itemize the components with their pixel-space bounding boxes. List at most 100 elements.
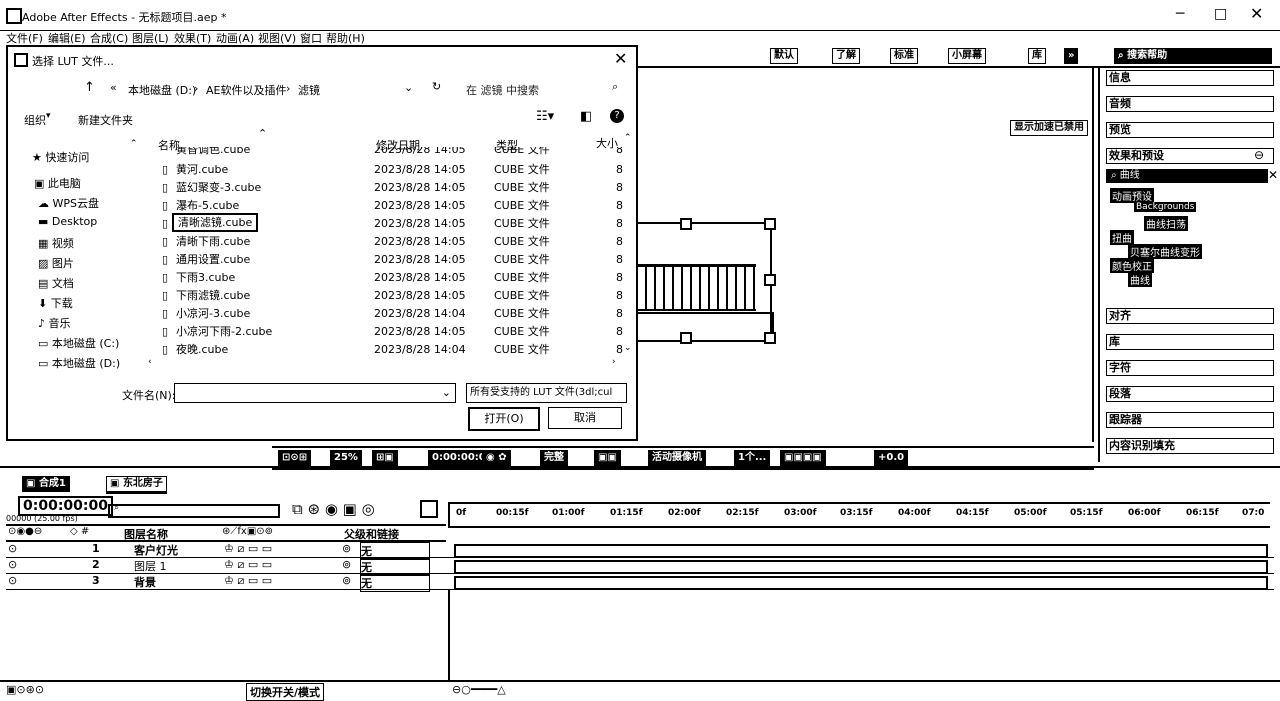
up-arrow-icon[interactable]: ↑ [84, 80, 95, 95]
open-button[interactable]: 打开(O) [468, 407, 540, 431]
panel-character[interactable]: 字符 [1106, 360, 1274, 376]
menu-help[interactable]: 帮助(H) [326, 30, 365, 46]
parent-select[interactable]: 无 [360, 574, 430, 592]
workspace-learn[interactable]: 了解 [832, 48, 860, 64]
file-row[interactable]: ▯ 小凉河-3.cube 2023/8/28 14:04 CUBE 文件 8 [158, 305, 628, 322]
layer-row[interactable]: ⊙ 3 背景 ♔ ⧄ ▭ ▭ ⊚ 无 [6, 574, 1274, 592]
composition-viewer[interactable]: 显示加速已禁用 [636, 68, 1094, 442]
organize-dropdown-icon[interactable]: ▾ [46, 111, 51, 121]
panel-content-aware-fill[interactable]: 内容识别填充 [1106, 438, 1274, 454]
layer-name-header[interactable]: 图层名称 [124, 526, 168, 542]
workspace-standard[interactable]: 标准 [890, 48, 918, 64]
panel-preview[interactable]: 预览 [1106, 122, 1274, 138]
file-row[interactable]: ▯ 黄河.cube 2023/8/28 14:05 CUBE 文件 8 [158, 161, 628, 178]
workspace-overflow-icon[interactable]: » [1064, 48, 1079, 64]
search-icon[interactable]: ⌕ [612, 80, 618, 94]
views-select[interactable]: 1个... [734, 450, 771, 466]
layer-row[interactable]: ⊙ 2 图层 1 ♔ ⧄ ▭ ▭ ⊚ 无 [6, 558, 1274, 576]
panel-paragraph[interactable]: 段落 [1106, 386, 1274, 402]
folder-search-field[interactable]: 在 滤镜 中搜索 [466, 82, 539, 98]
grid-icon[interactable]: ⊞▣ [372, 450, 398, 466]
visibility-icon[interactable]: ⊙ [8, 574, 17, 587]
list-scroll-up-icon[interactable]: ⌃ [624, 133, 632, 143]
tree-item-curves[interactable]: 曲线 [1128, 272, 1152, 287]
layer-duration-bar[interactable] [454, 560, 1268, 574]
graph-editor-icon[interactable] [420, 500, 438, 518]
camera-select[interactable]: 活动摄像机 [648, 450, 706, 466]
file-type-filter[interactable]: 所有受支持的 LUT 文件(3dl;cul [466, 383, 627, 403]
menu-composition[interactable]: 合成(C) [90, 30, 128, 46]
parent-link-icon[interactable]: ⊚ [342, 558, 351, 571]
panel-tracker[interactable]: 跟踪器 [1106, 412, 1274, 428]
viewer-tools-icon[interactable]: ▣▣▣▣ [780, 450, 826, 466]
panel-info[interactable]: 信息 [1106, 70, 1274, 86]
panel-library[interactable]: 库 [1106, 334, 1274, 350]
layer-switch-icons[interactable]: ♔ ⧄ ▭ ▭ [224, 542, 272, 556]
search-help-field[interactable]: ⌕ 搜索帮助 [1114, 48, 1272, 64]
tree-folder-backgrounds[interactable]: Backgrounds [1134, 202, 1197, 212]
layer-duration-bar[interactable] [454, 576, 1268, 590]
transform-handle[interactable] [764, 274, 776, 286]
view-options-icon[interactable]: ☷▾ [536, 109, 554, 124]
tree-group-distort[interactable]: 扭曲 [1110, 230, 1134, 245]
transform-handle[interactable] [764, 218, 776, 230]
footer-icons[interactable]: ▣⊙⊛⊙ [6, 683, 44, 696]
organize-menu[interactable]: 组织 [24, 112, 46, 128]
panel-align[interactable]: 对齐 [1106, 308, 1274, 324]
toggle-switches-modes[interactable]: 切换开关/模式 [246, 683, 325, 701]
parent-link-icon[interactable]: ⊚ [342, 542, 351, 555]
minimize-icon[interactable]: ─ [1176, 6, 1184, 22]
parent-header[interactable]: 父级和链接 [344, 526, 399, 542]
transform-handle[interactable] [680, 218, 692, 230]
cancel-button[interactable]: 取消 [548, 407, 622, 429]
region-icon[interactable]: ▣▣ [594, 450, 621, 466]
tree-group-color-correction[interactable]: 颜色校正 [1110, 258, 1154, 273]
hscroll-left-icon[interactable]: ‹ [148, 357, 152, 367]
chevron-down-icon[interactable]: ⌄ [442, 386, 451, 399]
menu-layer[interactable]: 图层(L) [132, 30, 169, 46]
maximize-icon[interactable]: □ [1214, 6, 1227, 22]
layer-search-input[interactable]: ⌕ [108, 503, 280, 518]
menu-view[interactable]: 视图(V) [258, 30, 296, 46]
new-folder-button[interactable]: 新建文件夹 [78, 112, 133, 128]
snapshot-icon[interactable]: ◉ ✿ [482, 450, 511, 466]
menu-effect[interactable]: 效果(T) [174, 30, 211, 46]
parent-link-icon[interactable]: ⊚ [342, 574, 351, 587]
filename-input[interactable]: ⌄ [174, 383, 456, 403]
panel-effects-presets[interactable]: 效果和预设 [1106, 148, 1274, 164]
tree-group-presets[interactable]: 动画预设 [1110, 188, 1154, 203]
layer-switch-icons[interactable]: ♔ ⧄ ▭ ▭ [224, 574, 272, 588]
menu-file[interactable]: 文件(F) [6, 30, 43, 46]
clear-search-icon[interactable]: ✕ [1268, 168, 1278, 182]
path-dropdown-icon[interactable]: ⌄ [404, 81, 413, 94]
menu-window[interactable]: 窗口 [300, 30, 322, 46]
breadcrumb-filters-folder[interactable]: 滤镜 [298, 82, 320, 98]
layer-switch-icons[interactable]: ♔ ⧄ ▭ ▭ [224, 558, 272, 572]
file-row[interactable]: ▯ 清晰下雨.cube 2023/8/28 14:05 CUBE 文件 8 [158, 233, 628, 250]
layer-name[interactable]: 背景 [134, 574, 156, 590]
workspace-library[interactable]: 库 [1028, 48, 1046, 64]
workspace-small-screen[interactable]: 小屏幕 [948, 48, 986, 64]
timeline-timecode[interactable]: 0:00:00:00 [18, 496, 113, 516]
timeline-switches-icons[interactable]: ⧉ ⊛ ◉ ▣ ◎ [292, 500, 375, 518]
layer-row[interactable]: ⊙ 1 客户灯光 ♔ ⧄ ▭ ▭ ⊚ 无 [6, 542, 1274, 560]
menu-edit[interactable]: 编辑(E) [48, 30, 86, 46]
tree-item-bezier-warp[interactable]: 贝塞尔曲线变形 [1128, 244, 1202, 259]
transform-handle[interactable] [764, 332, 776, 344]
dialog-close-icon[interactable]: ✕ [614, 49, 627, 68]
file-row[interactable]: ▯ 瀑布-5.cube 2023/8/28 14:05 CUBE 文件 8 [158, 197, 628, 214]
layer-name[interactable]: 客户灯光 [134, 542, 178, 558]
quality-select[interactable]: 完整 [540, 450, 568, 466]
breadcrumb-drive[interactable]: 本地磁盘 (D:) [128, 82, 196, 98]
file-row[interactable]: ▯ 小凉河下雨-2.cube 2023/8/28 14:05 CUBE 文件 8 [158, 323, 628, 340]
file-row[interactable]: ▯ 下雨滤镜.cube 2023/8/28 14:05 CUBE 文件 8 [158, 287, 628, 304]
workspace-default[interactable]: 默认 [770, 48, 798, 64]
zoom-slider[interactable]: ⊖○━━━━△ [452, 683, 506, 696]
panel-audio[interactable]: 音频 [1106, 96, 1274, 112]
help-icon[interactable]: ? [610, 109, 624, 123]
transform-handle[interactable] [680, 332, 692, 344]
tree-item-curve-sweep[interactable]: 曲线扫荡 [1144, 216, 1188, 231]
visibility-icon[interactable]: ⊙ [8, 542, 17, 555]
hscroll-right-icon[interactable]: › [612, 357, 616, 367]
visibility-icon[interactable]: ⊙ [8, 558, 17, 571]
